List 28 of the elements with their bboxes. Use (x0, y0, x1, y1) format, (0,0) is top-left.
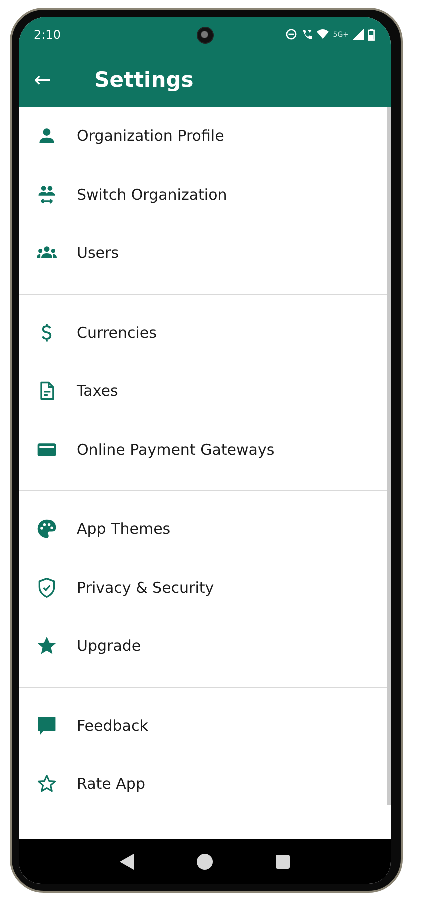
phone-icon (301, 28, 314, 40)
screen-title: Settings (94, 68, 194, 92)
settings-item[interactable]: Organization Profile (19, 107, 391, 166)
back-nav-icon[interactable] (120, 854, 134, 870)
palette-icon (36, 518, 58, 540)
chat-bubble-icon (36, 714, 58, 737)
back-button[interactable]: ← (28, 68, 58, 92)
settings-item[interactable]: Currencies (19, 304, 391, 362)
battery-icon (368, 28, 375, 40)
shield-check-icon (36, 576, 58, 599)
scrollbar[interactable] (387, 107, 391, 805)
recents-nav-icon[interactable] (276, 854, 290, 868)
do-not-disturb-icon (286, 29, 298, 40)
camera-icon (197, 27, 214, 44)
settings-item[interactable]: Privacy & Security (19, 558, 391, 617)
settings-item[interactable]: Users (19, 224, 391, 282)
home-nav-icon[interactable] (196, 854, 213, 870)
people-swap-icon (36, 184, 58, 206)
status-time: 2:10 (34, 28, 61, 42)
settings-item[interactable]: Upgrade (19, 617, 391, 676)
settings-item[interactable]: App Themes (19, 500, 391, 558)
settings-item[interactable]: Switch Organization (19, 166, 391, 224)
wifi-icon (317, 29, 330, 40)
signal-icon (353, 29, 364, 40)
settings-item[interactable]: Taxes (19, 362, 391, 420)
settings-item[interactable]: Online Payment Gateways (19, 420, 391, 479)
settings-item[interactable]: Rate App (19, 755, 391, 814)
settings-item[interactable]: Feedback (19, 696, 391, 755)
